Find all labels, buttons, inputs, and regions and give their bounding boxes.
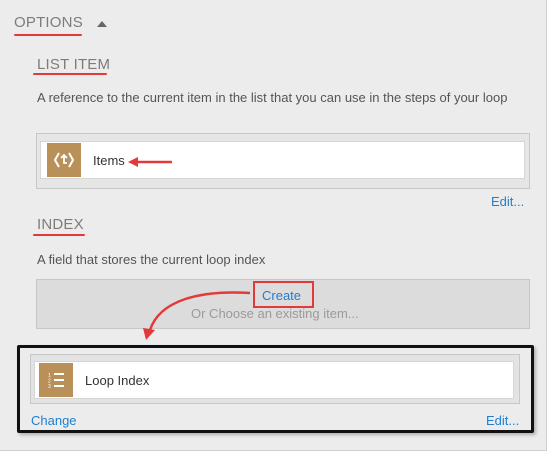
index-value: Loop Index	[85, 372, 150, 388]
svg-text:3: 3	[48, 384, 51, 390]
loop-items-icon	[47, 143, 81, 177]
create-highlight-box	[253, 281, 314, 308]
index-title-underline	[33, 234, 85, 236]
options-title[interactable]: OPTIONS	[14, 14, 83, 31]
index-card[interactable]: 1 2 3 Loop Index	[34, 361, 514, 399]
list-item-description: A reference to the current item in the l…	[37, 90, 508, 105]
options-title-underline	[14, 34, 82, 36]
index-description: A field that stores the current loop ind…	[37, 252, 266, 267]
index-title: INDEX	[37, 216, 84, 233]
numbered-list-icon: 1 2 3	[39, 363, 73, 397]
caret-up-icon[interactable]	[96, 16, 108, 27]
choose-existing-placeholder[interactable]: Or Choose an existing item...	[191, 306, 359, 321]
list-item-value: Items	[93, 152, 125, 168]
list-item-title-underline	[33, 73, 107, 75]
list-item-edit-link[interactable]: Edit...	[491, 194, 524, 209]
list-item-card[interactable]: Items	[40, 141, 525, 179]
change-link[interactable]: Change	[31, 413, 77, 428]
list-item-title: LIST ITEM	[37, 56, 111, 73]
index-edit-link[interactable]: Edit...	[486, 413, 519, 428]
